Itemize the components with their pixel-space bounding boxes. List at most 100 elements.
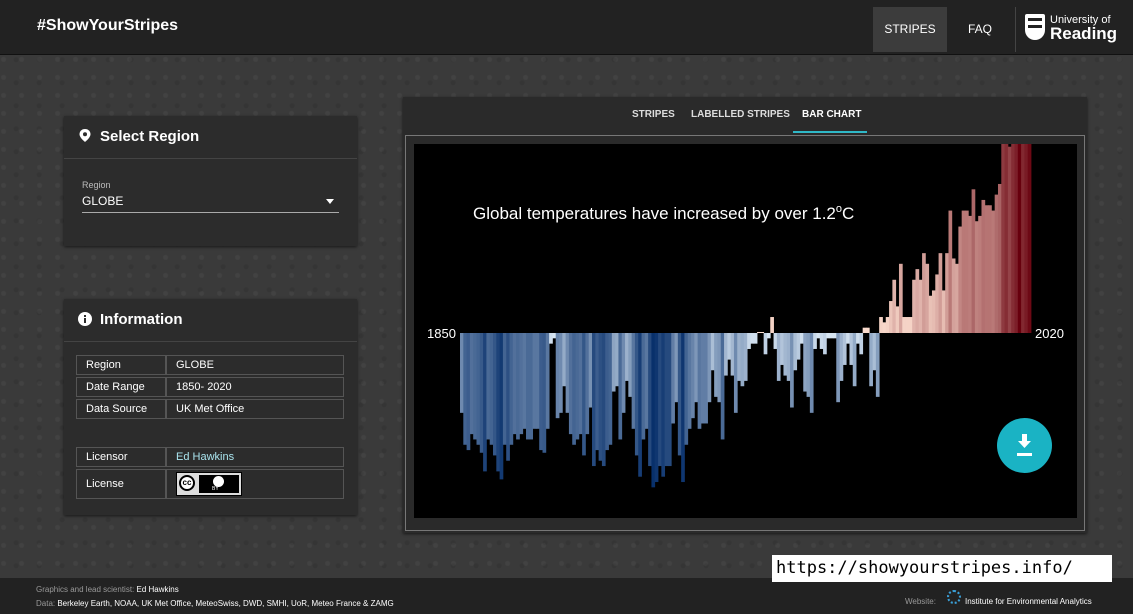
download-base	[1017, 453, 1032, 456]
bar-1851	[463, 333, 467, 445]
info-table: Region GLOBE Date Range 1850- 2020 Data …	[76, 353, 344, 421]
bar-1935	[740, 333, 745, 387]
bar-1879	[555, 333, 560, 419]
chart-title: Global temperatures have increased by ov…	[473, 203, 854, 223]
x-end-label: 2020	[1035, 326, 1064, 341]
map-pin-icon	[79, 129, 91, 142]
data-prefix: Data:	[36, 599, 58, 608]
bar-1926	[710, 333, 715, 371]
website-label: Website:	[905, 597, 936, 606]
bar-1898	[618, 333, 623, 440]
bar-1862	[499, 333, 504, 480]
bar-2010	[988, 205, 992, 333]
region-select[interactable]: GLOBE	[82, 194, 123, 208]
row-value: UK Met Office	[166, 399, 344, 419]
bar-1853	[469, 333, 474, 435]
bar-undefined	[1024, 144, 1029, 333]
bar-1995	[938, 253, 943, 333]
bar-1918	[684, 333, 689, 445]
bar-1919	[687, 333, 692, 429]
bar-1932	[730, 333, 735, 376]
bar-1866	[512, 333, 517, 435]
bar-1855	[476, 333, 481, 445]
license-key: License	[76, 469, 166, 499]
bar-1969	[852, 333, 857, 387]
licensor-link[interactable]: Ed Hawkins	[166, 447, 344, 467]
bar-2013	[997, 183, 1002, 333]
bar-1929	[720, 333, 725, 440]
download-button[interactable]	[997, 418, 1052, 473]
bar-1897	[615, 333, 619, 387]
bar-1983	[898, 263, 903, 333]
iea-logo-icon[interactable]	[947, 590, 961, 604]
bar-1976	[875, 333, 880, 397]
bar-1970	[856, 333, 860, 344]
bar-1874	[539, 333, 543, 451]
table-row: Data Source UK Met Office	[76, 399, 344, 419]
bar-1987	[912, 279, 916, 333]
bar-1942	[763, 333, 768, 355]
bar-1872	[532, 333, 537, 429]
bar-1868	[519, 333, 524, 435]
bar-1858	[486, 333, 491, 440]
bar-1864	[506, 333, 510, 461]
bar-2006	[974, 221, 979, 333]
bar-2008	[981, 199, 986, 333]
bar-1959	[819, 333, 824, 349]
credits-link[interactable]: Ed Hawkins	[137, 585, 179, 594]
tab-stripes[interactable]: STRIPES	[632, 109, 675, 120]
bar-1912	[664, 333, 669, 467]
bar-1981	[892, 279, 897, 333]
nav-faq[interactable]: FAQ	[955, 7, 1005, 52]
bar-1960	[823, 333, 827, 355]
nav-divider	[1015, 7, 1016, 52]
row-value: GLOBE	[166, 355, 344, 375]
bar-1921	[694, 333, 699, 403]
bar-1985	[905, 317, 910, 333]
brand-title[interactable]: #ShowYourStripes	[37, 17, 178, 35]
url-text: https://showyourstripes.info/	[776, 558, 1073, 578]
bar-1963	[832, 333, 837, 339]
chevron-down-icon[interactable]	[326, 199, 334, 204]
bar-1865	[509, 333, 514, 445]
bar-1887	[582, 333, 586, 456]
bar-1914	[671, 333, 675, 424]
nav-stripes[interactable]: STRIPES	[873, 7, 947, 52]
bar-1948	[783, 333, 788, 376]
bar-1886	[578, 333, 583, 435]
bar-1867	[516, 333, 520, 440]
bar-1885	[575, 333, 580, 440]
bar-1895	[608, 333, 613, 445]
bar-1990	[922, 253, 926, 333]
bar-1859	[489, 333, 494, 445]
bar-1854	[473, 333, 477, 440]
bar-1915	[674, 333, 679, 403]
tab-labelled-stripes[interactable]: LABELLED STRIPES	[691, 109, 790, 120]
bar-2020	[1021, 144, 1025, 333]
iea-link[interactable]: Institute for Environmental Analytics	[965, 597, 1092, 606]
table-row: Region GLOBE	[76, 355, 344, 375]
row-key: Date Range	[76, 377, 166, 397]
bar-1930	[724, 333, 728, 376]
bar-1973	[865, 327, 870, 333]
footer-data-sources: Data: Berkeley Earth, NOAA, UK Met Offic…	[36, 599, 394, 608]
bar-1977	[879, 317, 883, 333]
bar-1920	[691, 333, 695, 419]
bar-1974	[869, 333, 873, 387]
data-sources-text: Berkeley Earth, NOAA, UK Met Office, Met…	[57, 599, 394, 608]
cc-by-badge-icon[interactable]: cc BY	[176, 472, 242, 496]
bar-1870	[526, 333, 530, 440]
bar-1901	[628, 333, 633, 397]
bar-1937	[747, 333, 751, 349]
bar-1916	[677, 333, 682, 456]
bar-2017	[1011, 144, 1015, 333]
tab-bar-chart[interactable]: BAR CHART	[802, 109, 861, 120]
bar-1947	[780, 333, 784, 365]
bar-1884	[572, 333, 576, 445]
bar-1996	[941, 290, 946, 333]
bar-1883	[568, 333, 573, 435]
bar-1900	[625, 333, 629, 381]
bar-2015	[1004, 144, 1009, 333]
bar-1907	[648, 333, 652, 467]
bar-1899	[621, 333, 626, 413]
